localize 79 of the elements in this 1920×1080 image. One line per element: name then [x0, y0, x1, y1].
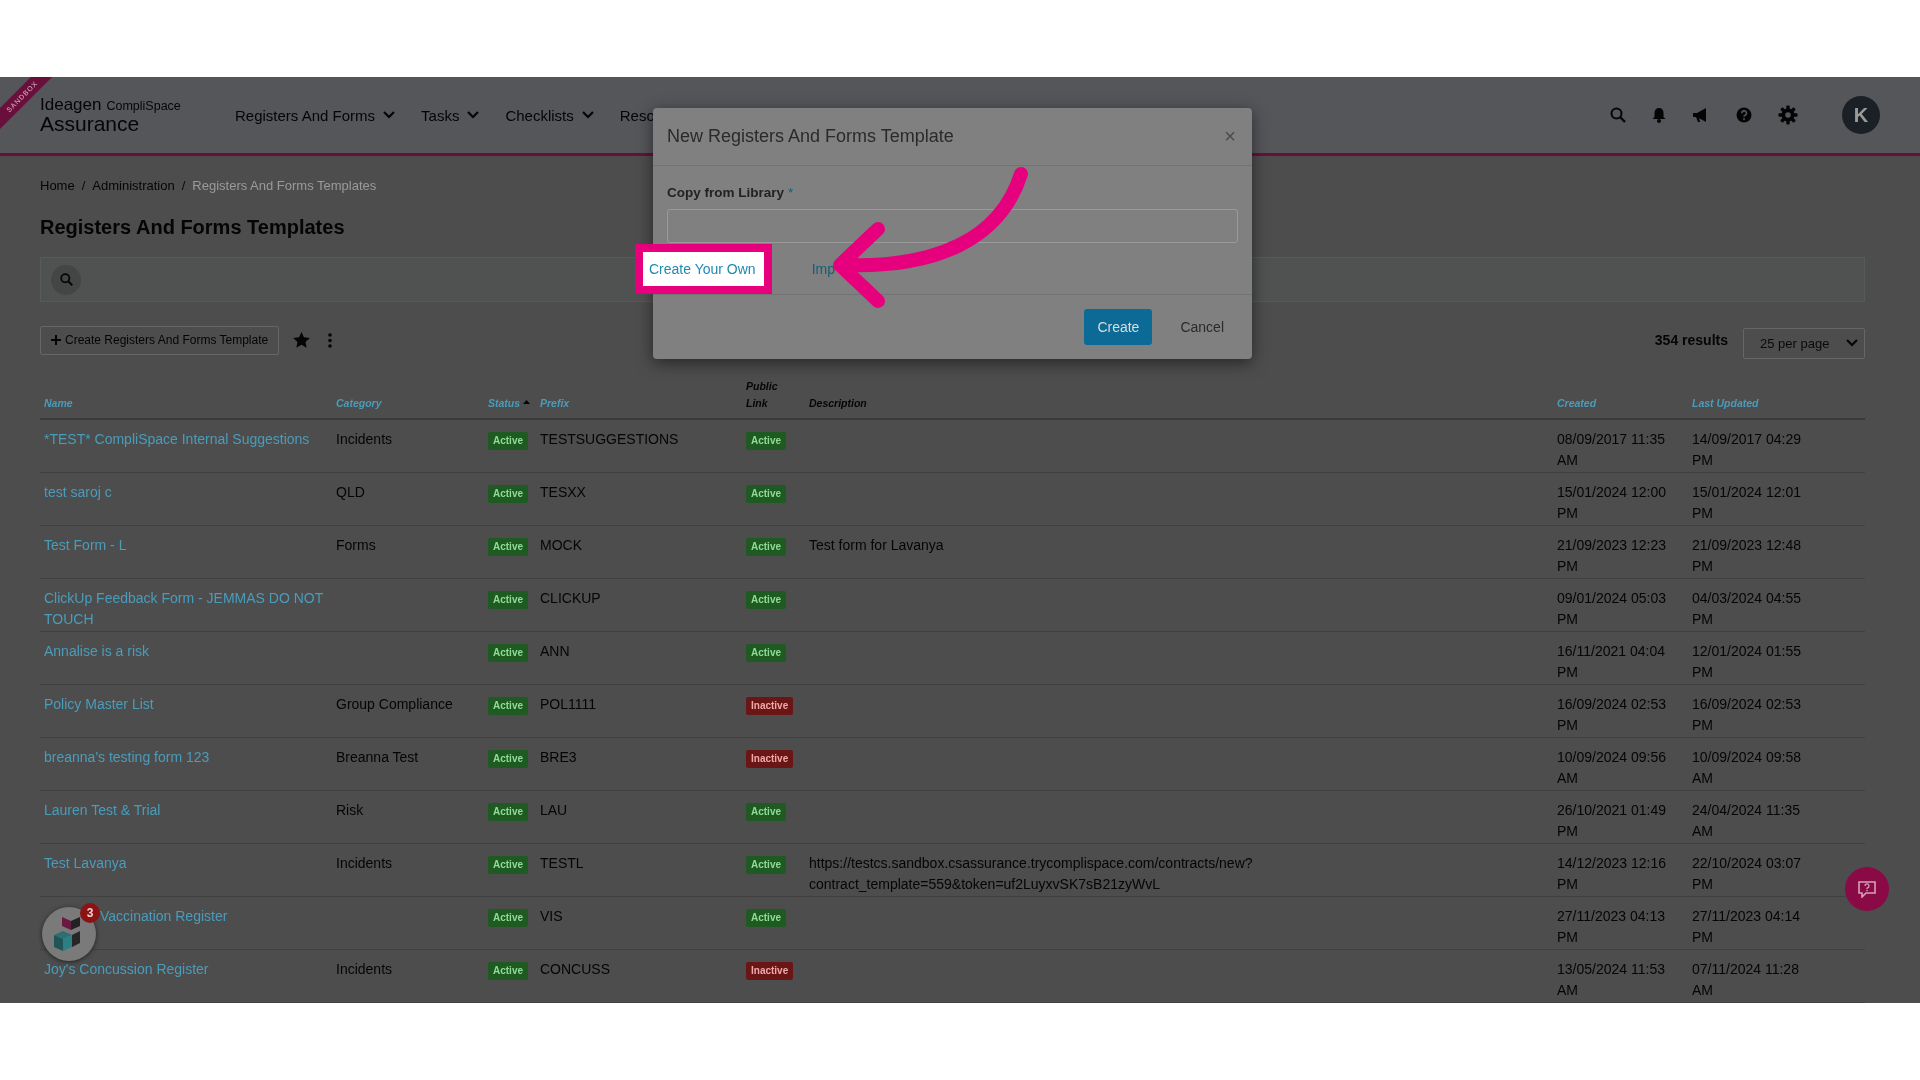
logo-product: CompliSpace — [106, 100, 181, 113]
updated-date: 22/10/2024 03:07 PM — [1692, 853, 1802, 894]
prefix-text: LAU — [540, 801, 568, 818]
created-date: 08/09/2017 11:35 AM — [1557, 429, 1666, 470]
status-badge: Active — [488, 590, 528, 609]
status-badge: Active — [746, 855, 786, 874]
category-text: Forms — [336, 536, 376, 553]
category-text: Incidents — [336, 430, 393, 447]
prefix-text: CONCUSS — [540, 960, 610, 977]
updated-date: 27/11/2023 04:14 PM — [1692, 906, 1801, 947]
category-text: Incidents — [336, 960, 393, 977]
notification-badge: 3 — [80, 903, 100, 923]
created-date: 09/01/2024 05:03 PM — [1557, 588, 1667, 629]
created-date: 13/05/2024 11:53 AM — [1557, 959, 1666, 1000]
category-text: Incidents — [336, 854, 393, 871]
status-badge: Inactive — [746, 961, 794, 980]
description-text: Test form for Lavanya — [809, 536, 944, 553]
status-badge: Active — [488, 961, 528, 980]
breadcrumb-separator: / — [181, 178, 186, 193]
status-badge: Active — [488, 855, 528, 874]
created-date: 14/12/2023 12:16 PM — [1557, 853, 1667, 894]
updated-date: 04/03/2024 04:55 PM — [1692, 588, 1802, 629]
status-badge: Active — [746, 590, 786, 609]
field-label: Copy from Library — [667, 185, 785, 200]
created-date: 27/11/2023 04:13 PM — [1557, 906, 1666, 947]
prefix-text: VIS — [540, 907, 563, 924]
column-header: Public Link — [746, 379, 776, 411]
category-text: Breanna Test — [336, 748, 419, 765]
created-date: 16/11/2021 04:04 PM — [1557, 641, 1666, 682]
status-badge: Active — [488, 537, 528, 556]
created-date: 10/09/2024 09:56 AM — [1557, 747, 1667, 788]
results-count: 354 results — [1654, 332, 1728, 348]
logo-subtitle: Assurance — [40, 113, 140, 134]
updated-date: 16/09/2024 02:53 PM — [1692, 694, 1802, 735]
created-date: 16/09/2024 02:53 PM — [1557, 694, 1667, 735]
status-badge: Active — [488, 696, 528, 715]
category-text: QLD — [336, 483, 365, 500]
updated-date: 24/04/2024 11:35 AM — [1692, 800, 1801, 841]
status-badge: Inactive — [746, 749, 794, 768]
created-date: 21/09/2023 12:23 PM — [1557, 535, 1667, 576]
updated-date: 15/01/2024 12:01 PM — [1692, 482, 1802, 523]
prefix-text: BRE3 — [540, 748, 577, 765]
breadcrumb-separator: / — [81, 178, 86, 193]
status-badge: Active — [746, 802, 786, 821]
status-badge: Active — [746, 431, 786, 450]
prefix-text: TESXX — [540, 483, 586, 500]
status-badge: Active — [488, 802, 528, 821]
status-badge: Active — [488, 908, 528, 927]
updated-date: 14/09/2017 04:29 PM — [1692, 429, 1802, 470]
status-badge: Active — [746, 908, 786, 927]
breadcrumb-current: Registers And Forms Templates — [192, 178, 377, 193]
status-badge: Inactive — [746, 696, 794, 715]
prefix-text: POL1111 — [540, 695, 597, 712]
updated-date: 12/01/2024 01:55 PM — [1692, 641, 1802, 682]
category-text: Group Compliance — [336, 695, 453, 712]
status-badge: Active — [488, 484, 528, 503]
updated-date: 07/11/2024 11:28 AM — [1692, 959, 1800, 1000]
prefix-text: CLICKUP — [540, 589, 601, 606]
updated-date: 21/09/2023 12:48 PM — [1692, 535, 1802, 576]
required-mark: * — [788, 185, 794, 200]
prefix-text: TESTSUGGESTIONS — [540, 430, 679, 447]
logo-brand: Ideagen — [40, 96, 102, 113]
page-title: Registers And Forms Templates — [40, 215, 345, 239]
prefix-text: TESTL — [540, 854, 584, 871]
updated-date: 10/09/2024 09:58 AM — [1692, 747, 1802, 788]
status-badge: Active — [488, 643, 528, 662]
status-badge: Active — [746, 643, 786, 662]
modal-title: New Registers And Forms Template — [667, 126, 954, 147]
created-date: 15/01/2024 12:00 PM — [1557, 482, 1667, 523]
status-badge: Active — [746, 537, 786, 556]
prefix-text: ANN — [540, 642, 570, 659]
description-text: https://testcs.sandbox.csassurance.trycomplispace.com/contracts/new? contract_template=559&token=uf2LuyxvSK7sB21zyWvL — [809, 854, 1253, 892]
status-badge: Active — [488, 749, 528, 768]
category-text: Risk — [336, 801, 364, 818]
status-badge: Active — [746, 484, 786, 503]
prefix-text: MOCK — [540, 536, 582, 553]
created-date: 26/10/2021 01:49 PM — [1557, 800, 1667, 841]
status-badge: Active — [488, 431, 528, 450]
column-header: Description — [809, 396, 867, 409]
